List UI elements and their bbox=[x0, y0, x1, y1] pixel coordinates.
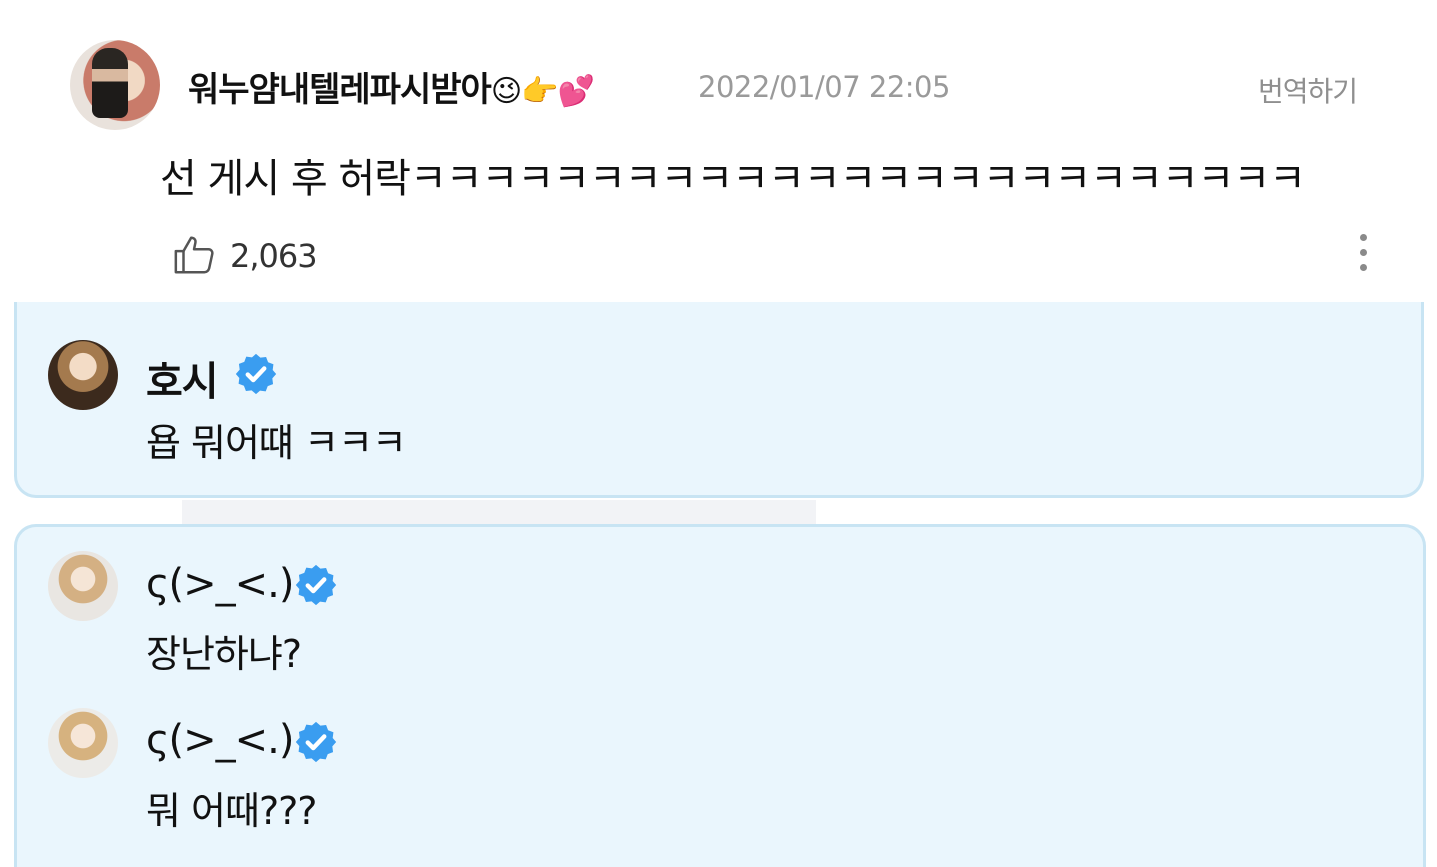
artist-name[interactable]: 호시 bbox=[146, 349, 219, 407]
post-timestamp: 2022/01/07 22:05 bbox=[698, 70, 950, 104]
reply-message: 욥 뭐어떄 ㅋㅋㅋ bbox=[146, 421, 407, 465]
post-author-emojis: 😉👉💕 bbox=[490, 74, 595, 109]
artist-avatar[interactable] bbox=[48, 551, 118, 621]
artist-avatar[interactable] bbox=[48, 708, 118, 778]
thumbs-up-icon[interactable] bbox=[172, 232, 218, 278]
artist-name[interactable]: ς(>_<.) bbox=[146, 717, 294, 763]
artist-reply-card bbox=[14, 302, 1424, 498]
post-author-avatar[interactable] bbox=[70, 40, 160, 130]
reply-message: 뭐 어때??? bbox=[146, 789, 317, 833]
translate-button[interactable]: 번역하기 bbox=[1258, 70, 1358, 110]
divider bbox=[182, 500, 816, 525]
like-count: 2,063 bbox=[230, 237, 318, 275]
verified-badge-icon bbox=[295, 721, 337, 763]
more-vertical-icon[interactable] bbox=[1352, 234, 1374, 276]
verified-badge-icon bbox=[235, 353, 277, 395]
post-text: 선 게시 후 허락ㅋㅋㅋㅋㅋㅋㅋㅋㅋㅋㅋㅋㅋㅋㅋㅋㅋㅋㅋㅋㅋㅋㅋㅋㅋ bbox=[160, 156, 1306, 202]
reply-message: 장난하냐? bbox=[146, 632, 302, 676]
artist-avatar[interactable] bbox=[48, 340, 118, 410]
artist-name[interactable]: ς(>_<.) bbox=[146, 561, 294, 607]
post-author-username: 워누얌내텔레파시받아 bbox=[188, 70, 492, 110]
verified-badge-icon bbox=[295, 564, 337, 606]
post-author-name[interactable]: 워누얌내텔레파시받아😉👉💕 bbox=[188, 62, 595, 111]
